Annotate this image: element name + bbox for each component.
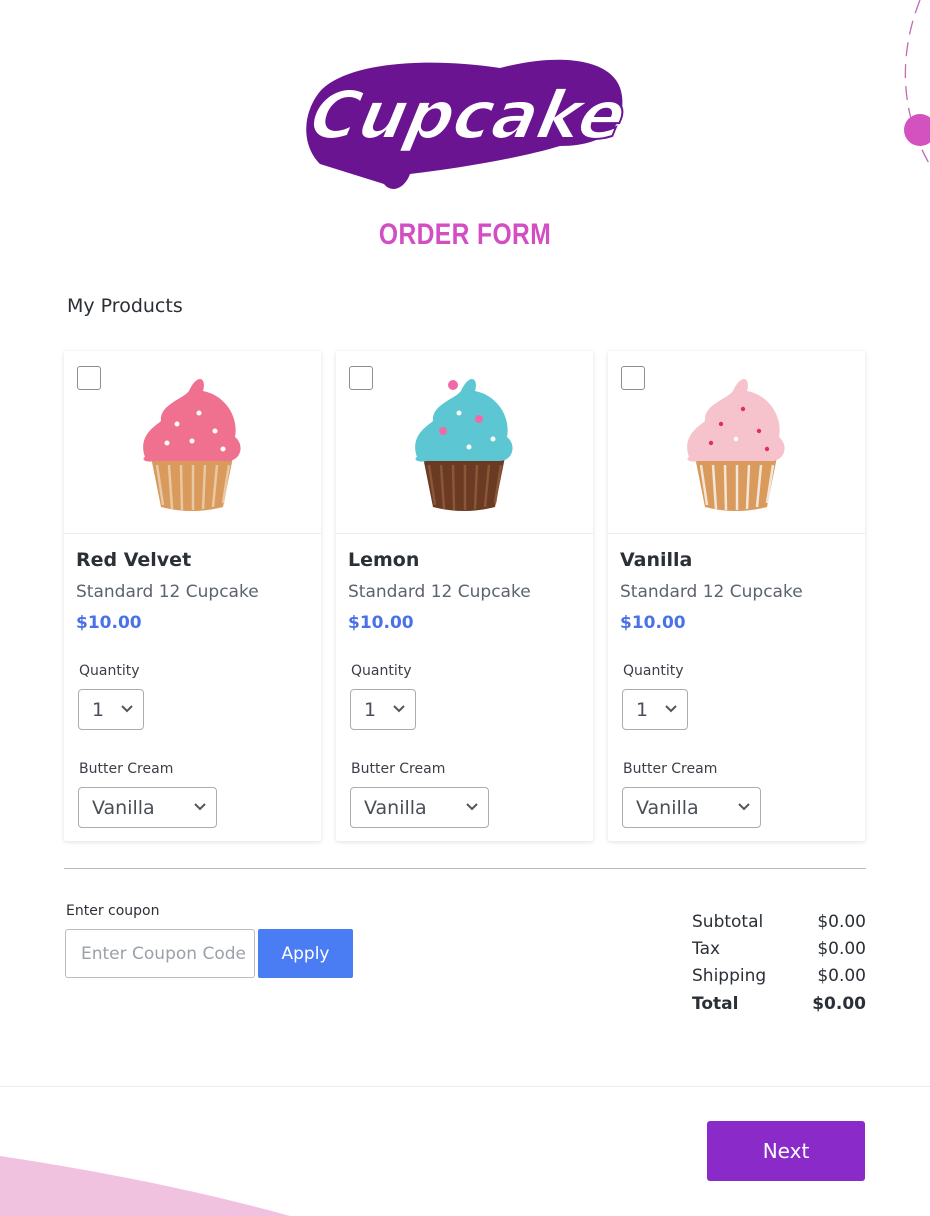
order-summary: Subtotal $0.00 Tax $0.00 Shipping $0.00 …: [692, 912, 866, 1021]
butter-cream-label: Butter Cream: [351, 761, 446, 777]
tax-label: Tax: [692, 939, 721, 959]
product-media: [336, 351, 593, 534]
product-select-checkbox[interactable]: [349, 366, 373, 390]
product-select-checkbox[interactable]: [77, 366, 101, 390]
quantity-value: 1: [92, 698, 105, 721]
product-name: Red Velvet: [76, 549, 192, 571]
chevron-down-icon: [665, 705, 677, 713]
product-select-checkbox[interactable]: [621, 366, 645, 390]
shipping-value: $0.00: [817, 966, 866, 986]
product-price: $10.00: [348, 613, 414, 633]
tax-value: $0.00: [817, 939, 866, 959]
butter-cream-value: Vanilla: [92, 796, 155, 819]
product-card-lemon: Lemon Standard 12 Cupcake $10.00 Quantit…: [336, 351, 593, 841]
chevron-down-icon: [393, 705, 405, 713]
coupon-code-input[interactable]: [65, 929, 255, 978]
product-price: $10.00: [76, 613, 142, 633]
quantity-value: 1: [636, 698, 649, 721]
chevron-down-icon: [121, 705, 133, 713]
decorative-pink-curve: [0, 1156, 290, 1216]
butter-cream-select[interactable]: Vanilla: [350, 787, 489, 828]
apply-coupon-button[interactable]: Apply: [258, 929, 353, 978]
butter-cream-label: Butter Cream: [79, 761, 174, 777]
quantity-label: Quantity: [351, 663, 412, 679]
tax-row: Tax $0.00: [692, 939, 866, 966]
product-cards: Red Velvet Standard 12 Cupcake $10.00 Qu…: [64, 351, 866, 841]
butter-cream-label: Butter Cream: [623, 761, 718, 777]
section-title-my-products: My Products: [67, 295, 183, 317]
quantity-label: Quantity: [79, 663, 140, 679]
total-value: $0.00: [812, 994, 866, 1014]
cupcake-image: [687, 378, 785, 511]
product-media: [608, 351, 865, 534]
chevron-down-icon: [738, 803, 750, 811]
quantity-select[interactable]: 1: [78, 689, 144, 730]
total-row: Total $0.00: [692, 994, 866, 1021]
next-button[interactable]: Next: [707, 1121, 865, 1181]
cupcake-image: [415, 378, 513, 511]
shipping-label: Shipping: [692, 966, 767, 986]
quantity-value: 1: [364, 698, 377, 721]
product-name: Lemon: [348, 549, 420, 571]
section-divider: [64, 868, 866, 869]
quantity-select[interactable]: 1: [350, 689, 416, 730]
subtotal-row: Subtotal $0.00: [692, 912, 866, 939]
quantity-label: Quantity: [623, 663, 684, 679]
product-description: Standard 12 Cupcake: [620, 582, 803, 602]
cupcake-image: [143, 378, 241, 511]
product-name: Vanilla: [620, 549, 693, 571]
coupon-label: Enter coupon: [66, 903, 160, 919]
butter-cream-select[interactable]: Vanilla: [622, 787, 761, 828]
product-card-red-velvet: Red Velvet Standard 12 Cupcake $10.00 Qu…: [64, 351, 321, 841]
subtotal-value: $0.00: [817, 912, 866, 932]
product-price: $10.00: [620, 613, 686, 633]
subtotal-label: Subtotal: [692, 912, 764, 932]
product-description: Standard 12 Cupcake: [348, 582, 531, 602]
product-card-vanilla: Vanilla Standard 12 Cupcake $10.00 Quant…: [608, 351, 865, 841]
cupcake-logo: Cupcake: [303, 59, 630, 189]
butter-cream-select[interactable]: Vanilla: [78, 787, 217, 828]
footer-divider: [0, 1086, 930, 1087]
butter-cream-value: Vanilla: [364, 796, 427, 819]
chevron-down-icon: [194, 803, 206, 811]
total-label: Total: [692, 994, 739, 1014]
decorative-dashed-arc: [904, 0, 930, 166]
shipping-row: Shipping $0.00: [692, 966, 866, 993]
product-media: [64, 351, 321, 534]
product-description: Standard 12 Cupcake: [76, 582, 259, 602]
butter-cream-value: Vanilla: [636, 796, 699, 819]
order-form-title: ORDER FORM: [378, 218, 552, 251]
quantity-select[interactable]: 1: [622, 689, 688, 730]
logo-text: Cupcake: [304, 77, 630, 154]
chevron-down-icon: [466, 803, 478, 811]
